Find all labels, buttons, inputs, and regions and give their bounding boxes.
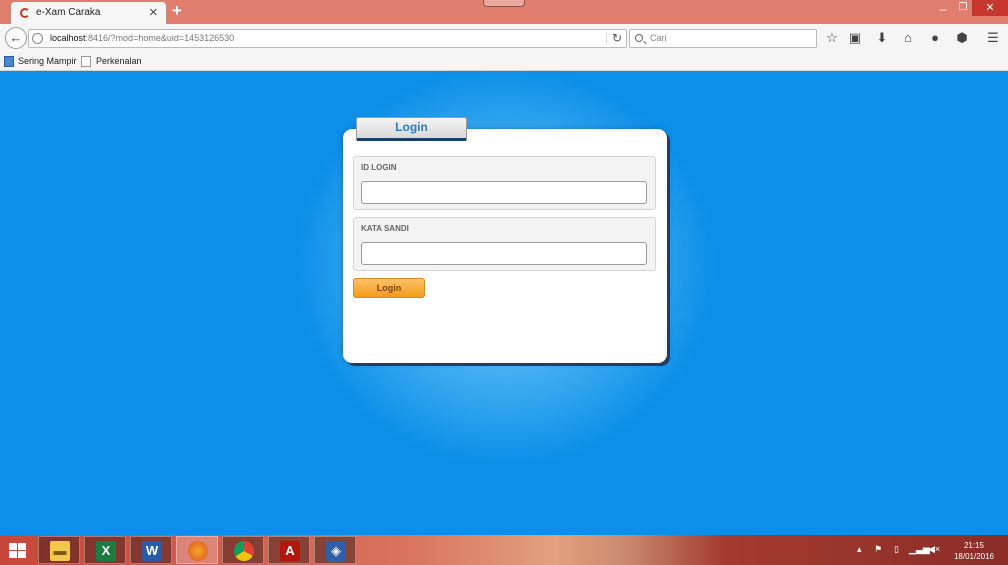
password-group: KATA SANDI <box>353 217 656 271</box>
new-tab-icon[interactable]: + <box>172 1 182 21</box>
star-icon[interactable]: ☆ <box>823 29 841 47</box>
window-grip <box>483 0 525 7</box>
home-icon[interactable]: ⌂ <box>899 29 917 47</box>
login-button[interactable]: Login <box>353 278 425 298</box>
network-icon[interactable]: ▁▃▅ <box>909 544 930 555</box>
word-icon: W <box>142 541 162 561</box>
globe-icon[interactable] <box>32 33 43 44</box>
login-tab-header: Login <box>356 117 467 141</box>
login-panel: ID LOGIN KATA SANDI Login <box>343 129 667 363</box>
menu-icon[interactable]: ☰ <box>984 29 1002 47</box>
system-clock[interactable]: 21:15 18/01/2016 <box>948 540 1000 562</box>
start-button[interactable] <box>4 539 30 561</box>
taskbar-acrobat[interactable]: A <box>268 536 310 564</box>
url-text[interactable]: localhost:8416/?mod=home&uid=1453126530 <box>50 33 234 43</box>
clock-time: 21:15 <box>963 541 985 550</box>
taskbar-word[interactable]: W <box>130 536 172 564</box>
bookmark-page-icon <box>81 56 91 67</box>
restore-icon[interactable]: ❐ <box>955 2 971 18</box>
folder-icon: ▬ <box>50 541 70 561</box>
title-bar: e-Xam Caraka × + – ❐ ✕ <box>0 0 1008 24</box>
reload-icon[interactable]: ↻ <box>606 31 622 45</box>
chat-icon[interactable]: ● <box>926 29 944 47</box>
id-login-label: ID LOGIN <box>361 163 397 172</box>
search-input[interactable]: Cari <box>629 29 817 48</box>
acrobat-icon: A <box>280 541 300 561</box>
password-label: KATA SANDI <box>361 224 409 233</box>
taskbar-chrome[interactable] <box>222 536 264 564</box>
bookmark-sering-mampir[interactable]: Sering Mampir <box>18 56 77 66</box>
clock-date: 18/01/2016 <box>953 552 995 561</box>
search-icon <box>635 34 643 42</box>
minimize-icon[interactable]: – <box>935 2 951 18</box>
bookmarks-bar: Sering Mampir Perkenalan <box>0 52 1008 71</box>
search-placeholder: Cari <box>650 33 667 43</box>
close-tab-icon[interactable]: × <box>149 4 158 21</box>
page-content: ID LOGIN KATA SANDI Login Login <box>0 71 1008 535</box>
chrome-icon <box>234 541 254 561</box>
flag-icon[interactable]: ⚑ <box>874 544 882 555</box>
taskbar-file-explorer[interactable]: ▬ <box>38 536 80 564</box>
taskbar-firefox[interactable] <box>176 536 218 564</box>
volume-muted-icon[interactable]: ◀× <box>928 544 940 555</box>
back-arrow-icon[interactable]: ← <box>5 27 27 49</box>
addon-icon[interactable]: ⬢ <box>953 29 971 47</box>
virtualbox-icon: ◈ <box>326 541 346 561</box>
firefox-icon <box>188 541 208 561</box>
id-login-group: ID LOGIN <box>353 156 656 210</box>
window-close-icon[interactable]: ✕ <box>972 0 1008 16</box>
tab-favicon-icon <box>20 8 30 18</box>
taskbar-virtualbox[interactable]: ◈ <box>314 536 356 564</box>
navigation-bar: ← localhost:8416/?mod=home&uid=145312653… <box>0 24 1008 52</box>
windows-logo-icon <box>9 543 26 558</box>
browser-tab[interactable]: e-Xam Caraka × <box>10 1 167 24</box>
tab-title: e-Xam Caraka <box>36 7 101 18</box>
tray-chevron-icon[interactable]: ▴ <box>857 544 862 555</box>
excel-icon: X <box>96 541 116 561</box>
clipboard-icon[interactable]: ▣ <box>846 29 864 47</box>
taskbar: ▬ X W A ◈ ▴ ⚑ ▯ ▁▃▅ ◀× 21:15 18/01/2016 <box>0 535 1008 565</box>
bookmark-perkenalan[interactable]: Perkenalan <box>96 56 142 66</box>
bookmark-folder-icon <box>4 56 14 67</box>
battery-icon[interactable]: ▯ <box>894 544 899 555</box>
url-path: :8416/?mod=home&uid=1453126530 <box>85 33 235 43</box>
taskbar-excel[interactable]: X <box>84 536 126 564</box>
download-icon[interactable]: ⬇ <box>873 29 891 47</box>
password-field[interactable] <box>361 242 647 265</box>
url-host: localhost <box>50 33 86 43</box>
id-login-field[interactable] <box>361 181 647 204</box>
url-bar[interactable]: localhost:8416/?mod=home&uid=1453126530 … <box>28 29 627 48</box>
